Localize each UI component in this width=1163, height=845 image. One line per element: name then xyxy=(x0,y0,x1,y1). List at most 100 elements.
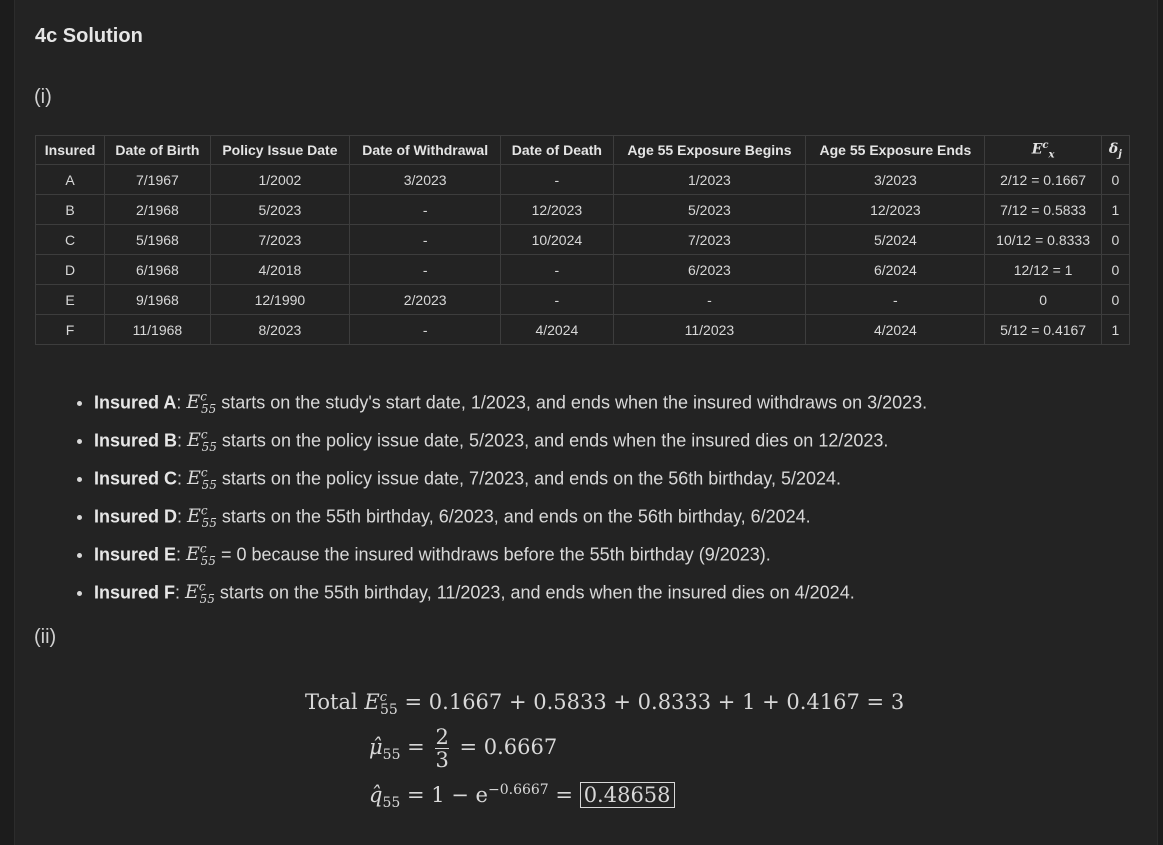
col-insured: Insured xyxy=(34,135,106,165)
explanation-text: starts on the 55th birthday, 11/2023, an… xyxy=(214,582,855,603)
cell-delta: 1 xyxy=(1100,194,1131,225)
table-row: C 5/1968 7/2023-10/2024 7/2023 5/2024 10/12 =… xyxy=(34,224,1131,255)
total-exposure-equation: Total Ec55 = 0.1667 + 0.5833 + 0.8333 + … xyxy=(305,690,905,719)
exposure-table: Insured Date of Birth Policy Issue Date … xyxy=(34,135,1131,345)
table-header-row: Insured Date of Birth Policy Issue Date … xyxy=(34,135,1131,165)
cell-policy-issue-date: 5/2023 xyxy=(209,194,351,225)
cell-policy-issue-date: 4/2018 xyxy=(209,254,351,285)
cell-delta: 0 xyxy=(1100,284,1131,315)
cell-policy-issue-date: 12/1990 xyxy=(209,284,351,315)
exposure-symbol: Ec55 xyxy=(187,466,217,493)
cell-date-of-birth: 6/1968 xyxy=(104,254,211,285)
cell-date-of-withdrawal: - xyxy=(349,224,502,255)
cell-exposure-begins: 11/2023 xyxy=(612,314,807,345)
cell-exposure-value: 10/12 = 0.8333 xyxy=(984,224,1102,255)
col-exposure-ends: Age 55 Exposure Ends xyxy=(805,135,986,165)
explanation-text: starts on the 55th birthday, 6/2023, and… xyxy=(216,506,811,527)
list-item: Insured C: Ec55 starts on the policy iss… xyxy=(94,457,927,495)
cell-date-of-death: - xyxy=(500,164,614,195)
cell-insured: B xyxy=(34,194,106,225)
cell-insured: F xyxy=(34,314,106,345)
exposure-symbol: Ec55 xyxy=(186,542,216,569)
table-row: E 9/1968 12/1990 2/2023- - -0 0 xyxy=(34,284,1131,315)
cell-exposure-value: 2/12 = 0.1667 xyxy=(984,164,1102,195)
cell-date-of-birth: 5/1968 xyxy=(104,224,211,255)
mu-equation: μ̂55 = 2 3 = 0.6667 xyxy=(369,725,558,772)
col-exposure-value: Ecx xyxy=(984,135,1102,165)
cell-policy-issue-date: 1/2002 xyxy=(209,164,351,195)
cell-date-of-birth: 2/1968 xyxy=(104,194,211,225)
cell-date-of-withdrawal: 3/2023 xyxy=(349,164,502,195)
table-row: F 11/1968 8/2023-4/2024 11/2023 4/2024 5/12 =… xyxy=(34,314,1131,345)
table-row: D 6/1968 4/2018- -6/2023 6/2024 12/12 = 10 xyxy=(34,254,1131,285)
cell-date-of-birth: 11/1968 xyxy=(104,314,211,345)
cell-policy-issue-date: 7/2023 xyxy=(209,224,351,255)
cell-exposure-ends: 4/2024 xyxy=(805,314,986,345)
explanation-text: starts on the study's start date, 1/2023… xyxy=(216,392,928,413)
cell-exposure-begins: 7/2023 xyxy=(612,224,807,255)
col-date-of-birth: Date of Birth xyxy=(104,135,211,165)
cell-policy-issue-date: 8/2023 xyxy=(209,314,351,345)
col-policy-issue-date: Policy Issue Date xyxy=(209,135,351,165)
final-answer-box: 0.48658 xyxy=(579,782,675,808)
insured-name: Insured A xyxy=(94,392,177,413)
table-row: B 2/1968 5/2023-12/2023 5/2023 12/2023 7/12 =… xyxy=(34,194,1131,225)
explanation-text: starts on the policy issue date, 7/2023,… xyxy=(216,468,842,489)
exposure-symbol: Ec55 xyxy=(187,504,217,531)
cell-exposure-begins: 5/2023 xyxy=(612,194,807,225)
part-i-label: (i) xyxy=(34,86,52,108)
explanation-text: starts on the policy issue date, 5/2023,… xyxy=(216,430,889,451)
cell-exposure-value: 12/12 = 1 xyxy=(984,254,1102,285)
cell-exposure-begins: 6/2023 xyxy=(612,254,807,285)
cell-exposure-ends: 6/2024 xyxy=(805,254,986,285)
cell-date-of-death: - xyxy=(500,284,614,315)
list-item: Insured D: Ec55 starts on the 55th birth… xyxy=(94,495,927,533)
mu-fraction: 2 3 xyxy=(435,725,449,772)
cell-date-of-withdrawal: 2/2023 xyxy=(349,284,502,315)
exposure-symbol: Ec55 xyxy=(185,580,215,607)
cell-exposure-ends: - xyxy=(805,284,986,315)
cell-insured: A xyxy=(34,164,106,195)
cell-date-of-death: 12/2023 xyxy=(500,194,614,225)
cell-insured: C xyxy=(34,224,106,255)
insured-name: Insured F xyxy=(94,582,176,603)
col-delta: δj xyxy=(1100,135,1131,165)
col-date-of-withdrawal: Date of Withdrawal xyxy=(349,135,502,165)
cell-exposure-value: 0 xyxy=(984,284,1102,315)
cell-delta: 1 xyxy=(1100,314,1131,345)
explanation-text: = 0 because the insured withdraws before… xyxy=(215,544,771,565)
col-exposure-begins: Age 55 Exposure Begins xyxy=(612,135,807,165)
table-body: A 7/1967 1/2002 3/2023-1/2023 3/2023 2/12 = 0… xyxy=(34,164,1131,345)
cell-date-of-withdrawal: - xyxy=(349,314,502,345)
cell-exposure-ends: 12/2023 xyxy=(805,194,986,225)
insured-name: Insured C xyxy=(94,468,178,489)
part-ii-label: (ii) xyxy=(34,626,57,648)
cell-date-of-death: 4/2024 xyxy=(500,314,614,345)
list-item: Insured A: Ec55 starts on the study's st… xyxy=(94,381,927,419)
cell-exposure-ends: 3/2023 xyxy=(805,164,986,195)
cell-exposure-value: 5/12 = 0.4167 xyxy=(984,314,1102,345)
list-item: Insured E: Ec55 = 0 because the insured … xyxy=(94,533,927,571)
insured-name: Insured B xyxy=(94,430,178,451)
insured-name: Insured E xyxy=(94,544,177,565)
insured-explanations-list: Insured A: Ec55 starts on the study's st… xyxy=(60,381,927,609)
cell-exposure-begins: - xyxy=(612,284,807,315)
cell-date-of-birth: 9/1968 xyxy=(104,284,211,315)
cell-exposure-begins: 1/2023 xyxy=(612,164,807,195)
cell-date-of-death: 10/2024 xyxy=(500,224,614,255)
cell-insured: D xyxy=(34,254,106,285)
cell-date-of-withdrawal: - xyxy=(349,254,502,285)
cell-date-of-birth: 7/1967 xyxy=(104,164,211,195)
list-item: Insured B: Ec55 starts on the policy iss… xyxy=(94,419,927,457)
cell-delta: 0 xyxy=(1100,254,1131,285)
exposure-symbol: Ec55 xyxy=(186,390,217,417)
cell-date-of-withdrawal: - xyxy=(349,194,502,225)
cell-insured: E xyxy=(34,284,106,315)
exposure-symbol: Ec55 xyxy=(187,428,217,455)
insured-name: Insured D xyxy=(94,506,178,527)
cell-delta: 0 xyxy=(1100,164,1131,195)
col-date-of-death: Date of Death xyxy=(500,135,614,165)
list-item: Insured F: Ec55 starts on the 55th birth… xyxy=(94,571,927,609)
cell-exposure-ends: 5/2024 xyxy=(805,224,986,255)
q-equation: q̂55 = 1 − e−0.6667 = 0.48658 xyxy=(369,782,675,811)
